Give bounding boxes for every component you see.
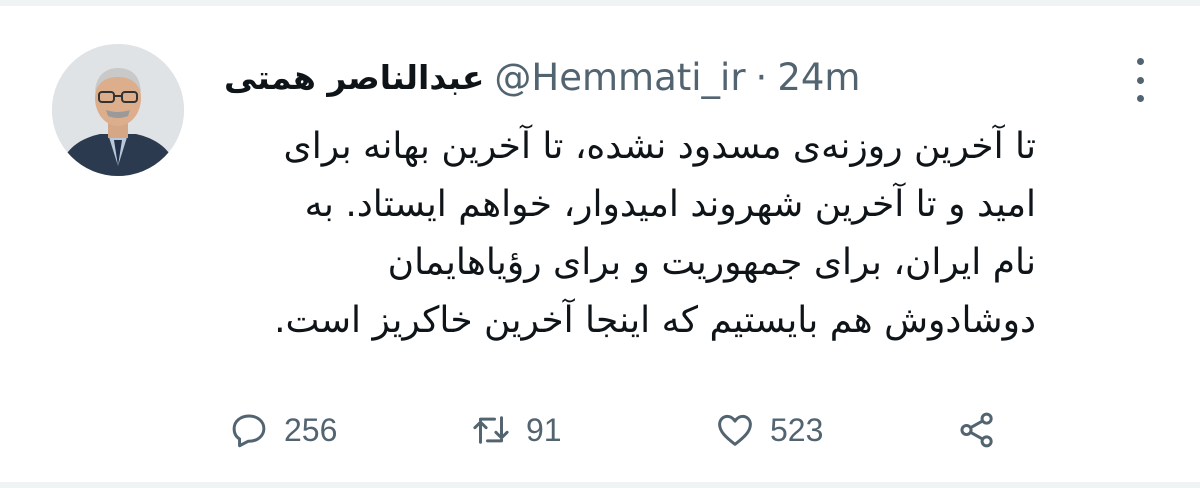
retweet-button[interactable]: 91 xyxy=(470,400,562,460)
share-button[interactable] xyxy=(956,400,998,460)
reply-button[interactable]: 256 xyxy=(228,400,337,460)
tweet-text-line: دوشادوش هم بایستیم که اینجا آخرین خاکریز… xyxy=(274,300,1036,341)
like-count: 523 xyxy=(770,411,824,448)
more-dot xyxy=(1136,58,1144,65)
reply-icon xyxy=(232,414,266,448)
more-dot xyxy=(1136,95,1144,102)
share-icon xyxy=(960,412,993,448)
reply-count: 256 xyxy=(284,411,338,448)
profile-photo xyxy=(52,44,184,176)
top-divider xyxy=(0,0,1200,6)
retweet-count: 91 xyxy=(526,411,562,448)
avatar[interactable] xyxy=(52,44,184,176)
bottom-divider xyxy=(0,482,1200,488)
heart-icon xyxy=(718,414,752,446)
tweet-actions: 256 91 523 xyxy=(0,400,1200,460)
tweet-text: تا آخرین روزنه‌ی مسدود نشده، تا آخرین به… xyxy=(212,118,1036,350)
author-handle[interactable]: @Hemmati_ir xyxy=(494,56,745,99)
author-display-name[interactable]: عبدالناصر همتی xyxy=(224,58,484,97)
like-button[interactable]: 523 xyxy=(714,400,823,460)
tweet-text-line: نام ایران، برای جمهوریت و برای رؤیاهایما… xyxy=(387,242,1036,283)
more-icon[interactable] xyxy=(1128,58,1152,102)
header-separator: · xyxy=(755,55,768,99)
tweet-text-line: تا آخرین روزنه‌ی مسدود نشده، تا آخرین به… xyxy=(283,126,1036,167)
tweet-header: عبدالناصر همتی @Hemmati_ir · 24m xyxy=(224,46,984,108)
tweet-timestamp[interactable]: 24m xyxy=(777,56,860,99)
retweet-icon xyxy=(473,416,509,444)
more-dot xyxy=(1136,76,1144,84)
tweet-text-line: امید و تا آخرین شهروند امیدوار، خواهم ای… xyxy=(304,184,1036,225)
